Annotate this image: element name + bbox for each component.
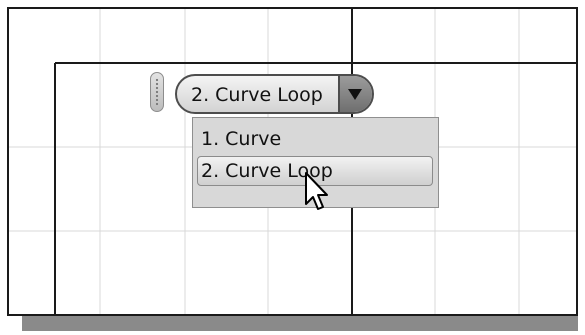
loop-type-combo[interactable]: 2. Curve Loop <box>175 74 374 114</box>
combo-dropdown-button[interactable] <box>338 76 372 112</box>
chevron-down-icon <box>348 89 362 100</box>
arrow-cursor-icon <box>305 172 328 210</box>
toolbar-grip-handle[interactable] <box>150 72 164 112</box>
grip-dots-icon <box>155 78 159 106</box>
option-curve[interactable]: 1. Curve <box>197 124 433 154</box>
screenshot-stage: 2. Curve Loop 1. Curve 2. Curve Loop <box>0 0 585 335</box>
combo-selected-value: 2. Curve Loop <box>191 84 323 106</box>
